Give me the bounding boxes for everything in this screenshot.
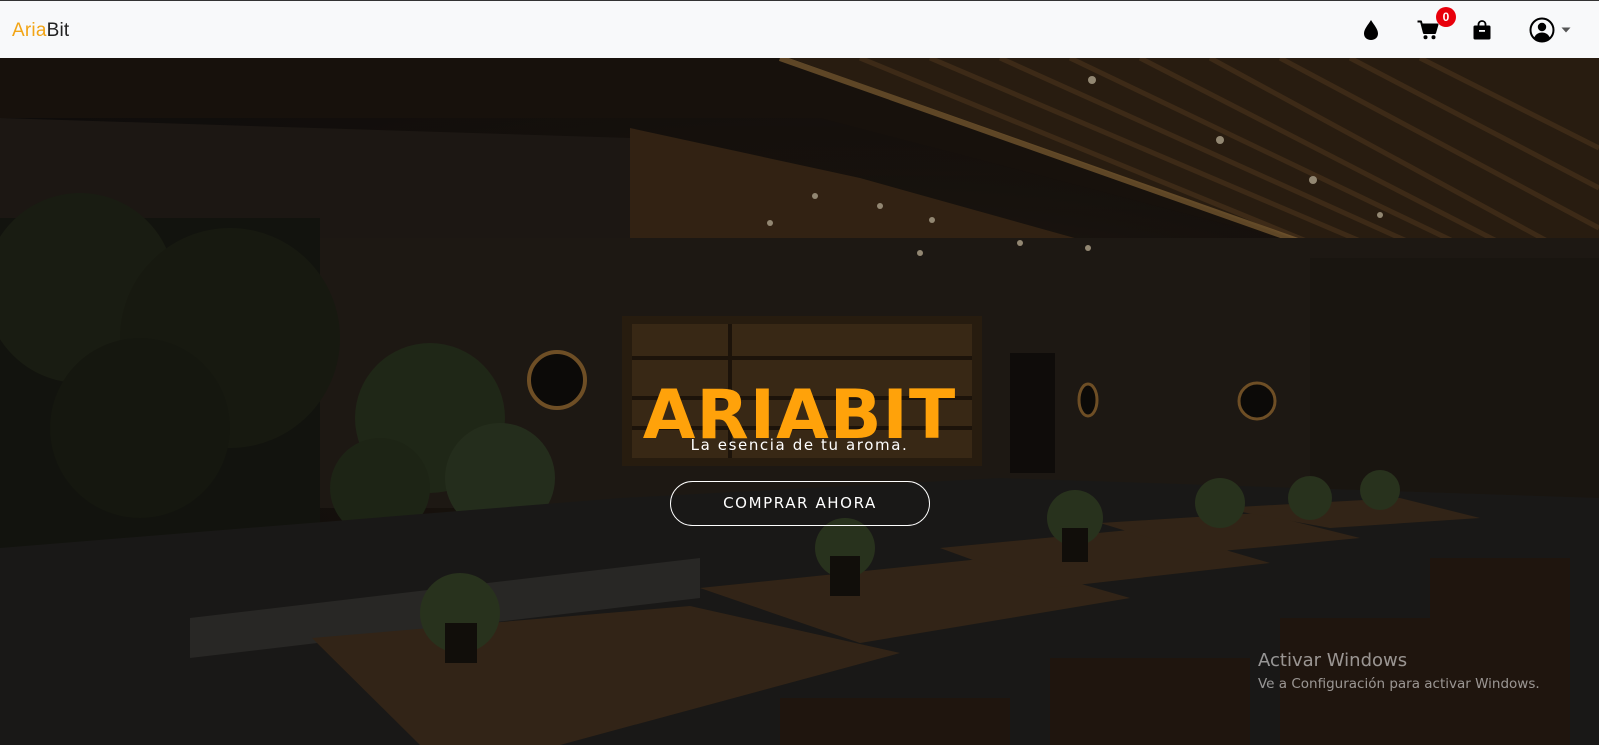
hero-subtitle: La esencia de tu aroma. <box>690 436 909 454</box>
watermark-title: Activar Windows <box>1258 650 1408 671</box>
shopping-bag-button[interactable] <box>1470 1 1494 59</box>
brand-logo[interactable]: AriaBit <box>12 20 69 42</box>
windows-activation-watermark: Activar Windows Ve a Configuración para … <box>1258 650 1540 694</box>
cart-count-badge: 0 <box>1436 7 1456 27</box>
fragrance-drop-button[interactable] <box>1360 1 1382 59</box>
caret-down-icon <box>1561 27 1571 33</box>
cart-icon <box>1417 20 1439 40</box>
user-menu-toggle[interactable] <box>1528 1 1572 59</box>
buy-now-button[interactable]: COMPRAR AHORA <box>670 481 930 526</box>
user-circle-icon <box>1529 17 1555 43</box>
hero-banner: ARIABIT La esencia de tu aroma. COMPRAR … <box>0 58 1599 745</box>
brand-part-aria: Aria <box>12 20 47 41</box>
brand-part-bit: Bit <box>46 20 70 41</box>
navbar: AriaBit 0 <box>0 0 1599 58</box>
shopping-bag-icon <box>1473 20 1491 40</box>
drop-icon <box>1364 20 1378 40</box>
watermark-subtitle: Ve a Configuración para activar Windows. <box>1258 676 1540 692</box>
